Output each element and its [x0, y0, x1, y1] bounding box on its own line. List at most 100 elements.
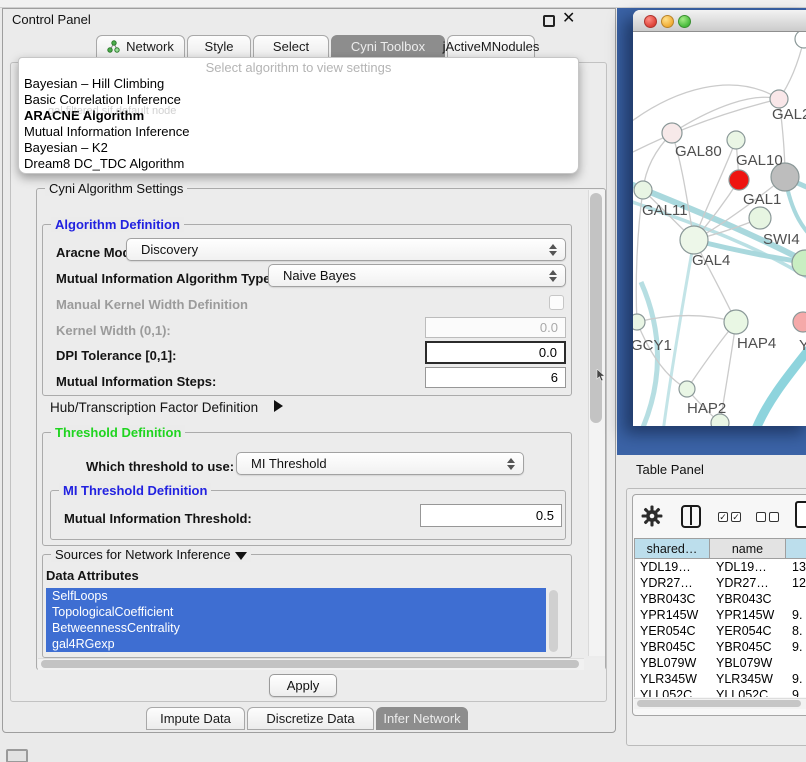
node-label: GAL80 [675, 143, 722, 160]
panel-corner-button[interactable] [6, 749, 28, 762]
minimize-traffic-light[interactable] [661, 15, 674, 28]
node-selected-red[interactable] [729, 170, 749, 190]
mi-type-select[interactable]: Naive Bayes [268, 264, 566, 287]
show-columns-icon[interactable]: ✓✓ [718, 512, 741, 522]
tab-cyni-toolbox[interactable]: Cyni Toolbox [331, 35, 445, 58]
dpi-tolerance-input[interactable]: 0.0 [425, 341, 566, 364]
data-attributes-label: Data Attributes [46, 568, 139, 583]
table-cell [787, 591, 806, 607]
network-source-ghost-text: gal filtered.sif default node [48, 105, 176, 117]
tab-label: Impute Data [160, 711, 231, 726]
dpi-tolerance-label: DPI Tolerance [0,1]: [56, 348, 176, 363]
zoom-traffic-light[interactable] [678, 15, 691, 28]
node-gal80[interactable] [662, 123, 682, 143]
table-row[interactable]: YLL052CYLL052C9 [635, 687, 806, 697]
hide-columns-icon[interactable] [756, 512, 779, 522]
tab-network[interactable]: Network [96, 35, 185, 58]
table-horizontal-scrollbar-thumb[interactable] [637, 700, 801, 707]
node-gcy1[interactable] [633, 314, 645, 330]
sources-group-title[interactable]: Sources for Network Inference [51, 547, 251, 562]
table-row[interactable]: YDR27…YDR27…12 [635, 575, 806, 591]
data-attributes-list[interactable]: SelfLoopsTopologicalCoefficientBetweenne… [46, 588, 558, 654]
column-header-partial[interactable] [786, 538, 806, 559]
table-row[interactable]: YPR145WYPR145W9. [635, 607, 806, 623]
node-label: GAL11 [642, 202, 688, 219]
node-hap2[interactable] [679, 381, 695, 397]
table-cell: YBR043C [635, 591, 711, 607]
aracne-mode-select[interactable]: Discovery [126, 238, 566, 261]
mi-type-value: Naive Bayes [283, 268, 356, 283]
collapse-down-icon [235, 552, 247, 560]
mi-type-label: Mutual Information Algorithm Type: [56, 271, 275, 286]
node-gal4[interactable] [680, 226, 708, 254]
column-view-icon[interactable] [681, 505, 701, 528]
hub-definition-label: Hub/Transcription Factor Definition [50, 400, 258, 415]
node-gal11[interactable] [634, 181, 652, 199]
manual-kernel-checkbox[interactable] [549, 295, 564, 310]
tab-label: Style [205, 39, 234, 54]
algorithm-option[interactable]: Dream8 DC_TDC Algorithm [24, 156, 574, 172]
close-traffic-light[interactable] [644, 15, 657, 28]
table-row[interactable]: YBR045CYBR045C9. [635, 639, 806, 655]
expand-right-icon[interactable] [274, 400, 283, 412]
tab-style[interactable]: Style [187, 35, 251, 58]
table-row[interactable]: YER054CYER054C8. [635, 623, 806, 639]
tab-impute-data[interactable]: Impute Data [146, 707, 245, 730]
tab-label: Discretize Data [266, 711, 354, 726]
node-gal10[interactable] [727, 131, 745, 149]
apply-button[interactable]: Apply [269, 674, 337, 697]
tab-infer-network[interactable]: Infer Network [376, 707, 468, 730]
network-canvas[interactable]: GAL2GAL80GAL10GAL1GAL11SWI4GAL4GCY1HAP4Y… [633, 32, 806, 426]
table-row[interactable]: YDL19…YDL19…13 [635, 559, 806, 575]
mi-threshold-group-title: MI Threshold Definition [59, 483, 211, 498]
mi-steps-input[interactable]: 6 [425, 367, 566, 388]
table-cell: 9. [787, 639, 806, 655]
node[interactable] [795, 32, 806, 48]
network-window-titlebar[interactable] [633, 10, 806, 32]
table-cell: YLL052C [711, 687, 787, 697]
tab-label: Network [126, 39, 174, 54]
aracne-mode-value: Discovery [141, 242, 198, 257]
node-table-rows[interactable]: YDL19…YDL19…13YDR27…YDR27…12YBR043CYBR04… [634, 559, 806, 697]
settings-horizontal-scrollbar-thumb[interactable] [41, 660, 579, 668]
node-label: Y [799, 337, 806, 354]
table-row[interactable]: YBL079WYBL079W [635, 655, 806, 671]
tab-jactivemnodules[interactable]: jActiveMNodules [447, 35, 535, 58]
which-threshold-select[interactable]: MI Threshold [236, 452, 524, 475]
algorithm-option[interactable]: Bayesian – K2 [24, 140, 574, 156]
tab-label: Select [273, 39, 309, 54]
mi-threshold-input[interactable]: 0.5 [420, 504, 562, 527]
node-gal1[interactable] [749, 207, 771, 229]
kernel-width-label: Kernel Width (0,1): [56, 323, 171, 338]
column-header-name[interactable]: name [710, 538, 786, 559]
table-cell: YBR043C [711, 591, 787, 607]
window-top-strip [0, 0, 806, 8]
table-row[interactable]: YBR043CYBR043C [635, 591, 806, 607]
tab-discretize-data[interactable]: Discretize Data [247, 707, 374, 730]
table-cell: YLL052C [635, 687, 711, 697]
attribute-item[interactable]: TopologicalCoefficient [46, 604, 546, 620]
node-hap4[interactable] [724, 310, 748, 334]
attribute-item[interactable]: gal4RGexp [46, 636, 546, 652]
gear-icon[interactable] [641, 505, 663, 527]
attribute-item[interactable]: SelfLoops [46, 588, 546, 604]
close-icon[interactable]: ✕ [562, 8, 575, 28]
node-salmon[interactable] [793, 312, 806, 332]
algorithm-option[interactable]: Mutual Information Inference [24, 124, 574, 140]
table-cell: YBL079W [711, 655, 787, 671]
tab-select[interactable]: Select [253, 35, 329, 58]
tab-label: Infer Network [383, 711, 460, 726]
mouse-cursor [596, 369, 606, 382]
kernel-width-input[interactable]: 0.0 [425, 317, 566, 338]
algorithm-option[interactable]: Bayesian – Hill Climbing [24, 76, 574, 92]
float-window-icon[interactable] [543, 15, 555, 27]
table-cell: YLR345W [711, 671, 787, 687]
table-cell: YPR145W [711, 607, 787, 623]
attribute-item[interactable]: BetweennessCentrality [46, 620, 546, 636]
column-header-shared-name[interactable]: shared… [634, 538, 710, 559]
attributes-scrollbar[interactable] [549, 590, 558, 652]
table-row[interactable]: YLR345WYLR345W9. [635, 671, 806, 687]
node-label: GAL2 [772, 106, 806, 123]
document-icon[interactable] [795, 501, 806, 528]
settings-vertical-scrollbar-thumb[interactable] [590, 193, 602, 423]
